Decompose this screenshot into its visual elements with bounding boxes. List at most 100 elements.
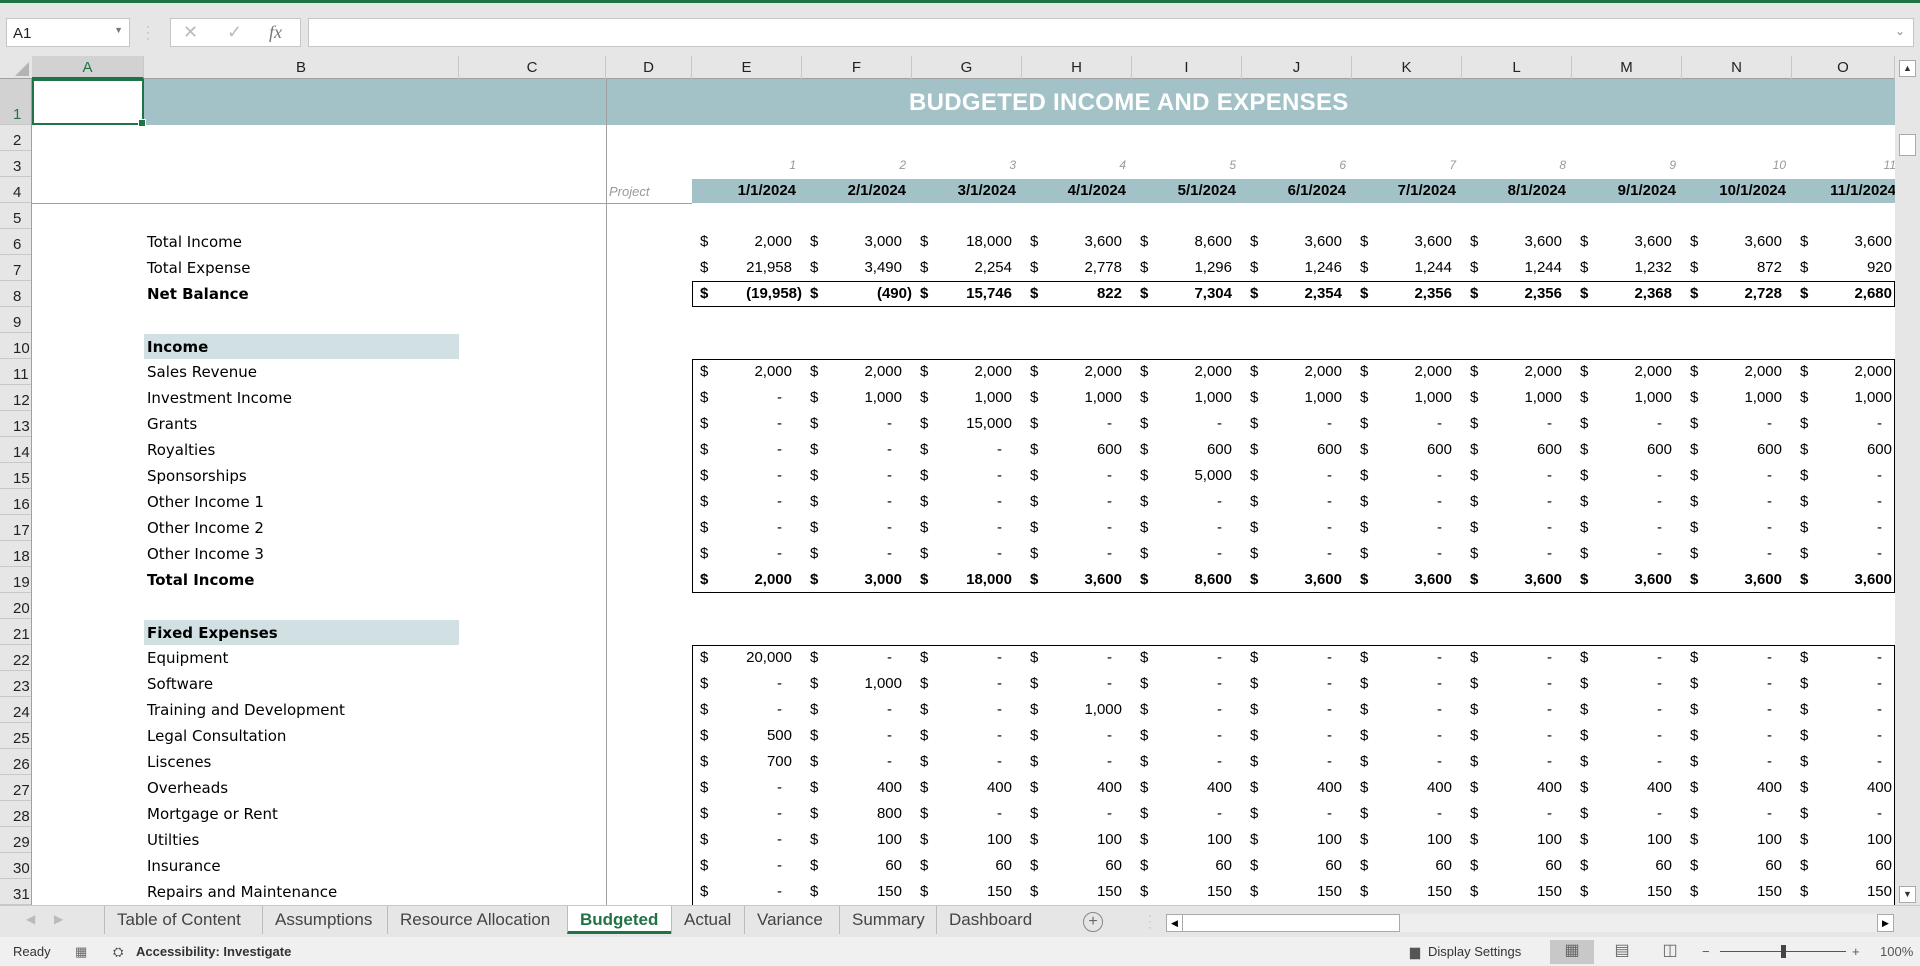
value-cell[interactable]: 872: [1682, 259, 1782, 276]
row-label[interactable]: Legal Consultation: [147, 727, 286, 745]
active-cell-a1[interactable]: [32, 79, 146, 127]
column-header-i[interactable]: I: [1132, 56, 1242, 79]
prev-sheet-icon[interactable]: ◀: [26, 912, 35, 926]
row-label[interactable]: Other Income 3: [147, 545, 264, 563]
sheet-tab-actual[interactable]: Actual: [671, 906, 744, 934]
value-cell[interactable]: 2,778: [1022, 259, 1122, 276]
row-header-23[interactable]: 23: [0, 671, 31, 697]
row-header-15[interactable]: 15: [0, 463, 31, 489]
macro-record-icon[interactable]: ▦: [75, 944, 87, 960]
normal-view-icon[interactable]: ▦: [1550, 940, 1594, 964]
row-label[interactable]: Net Balance: [147, 285, 249, 303]
value-cell[interactable]: 3,600: [1462, 233, 1562, 250]
display-settings-icon[interactable]: ▆: [1410, 944, 1420, 960]
formula-input[interactable]: ⌄: [308, 18, 1914, 47]
row-label[interactable]: Training and Development: [147, 701, 345, 719]
income-section-header[interactable]: Income: [147, 338, 208, 356]
row-label[interactable]: Equipment: [147, 649, 228, 667]
row-label[interactable]: Sponsorships: [147, 467, 247, 485]
name-box[interactable]: A1 ▼: [6, 18, 130, 47]
row-label[interactable]: Mortgage or Rent: [147, 805, 278, 823]
row-header-26[interactable]: 26: [0, 749, 31, 775]
period-date[interactable]: 4/1/2024: [1022, 182, 1126, 199]
sheet-tab-summary[interactable]: Summary: [839, 906, 936, 934]
row-header-12[interactable]: 12: [0, 385, 31, 411]
period-date[interactable]: 3/1/2024: [912, 182, 1016, 199]
value-cell[interactable]: 3,600: [1682, 233, 1782, 250]
column-header-j[interactable]: J: [1242, 56, 1352, 79]
row-header-2[interactable]: 2: [0, 125, 31, 151]
row-header-25[interactable]: 25: [0, 723, 31, 749]
row-header-29[interactable]: 29: [0, 827, 31, 853]
sheet-tab-variance[interactable]: Variance: [744, 906, 839, 934]
column-header-c[interactable]: C: [459, 56, 606, 79]
period-date[interactable]: 11/1/2024: [1792, 182, 1895, 199]
horizontal-scrollbar[interactable]: ◀ ▶: [1166, 914, 1894, 932]
period-date[interactable]: 5/1/2024: [1132, 182, 1236, 199]
row-label[interactable]: Other Income 1: [147, 493, 264, 511]
row-header-22[interactable]: 22: [0, 645, 31, 671]
row-header-14[interactable]: 14: [0, 437, 31, 463]
row-header-6[interactable]: 6: [0, 229, 31, 255]
row-header-3[interactable]: 3: [0, 151, 31, 177]
chevron-down-icon[interactable]: ▼: [114, 25, 123, 35]
column-header-k[interactable]: K: [1352, 56, 1462, 79]
row-header-1[interactable]: 1: [0, 79, 31, 125]
period-date[interactable]: 1/1/2024: [692, 182, 796, 199]
sheet-tab-dashboard[interactable]: Dashboard: [936, 906, 1048, 934]
column-header-n[interactable]: N: [1682, 56, 1792, 79]
row-header-20[interactable]: 20: [0, 593, 31, 619]
next-sheet-icon[interactable]: ▶: [54, 912, 63, 926]
row-label[interactable]: Grants: [147, 415, 197, 433]
zoom-slider-thumb[interactable]: [1781, 945, 1786, 958]
sheet-tab-budgeted[interactable]: Budgeted: [567, 906, 671, 934]
value-cell[interactable]: 21,958: [692, 259, 792, 276]
period-date[interactable]: 10/1/2024: [1682, 182, 1786, 199]
accessibility-status[interactable]: Accessibility: Investigate: [136, 944, 291, 959]
value-cell[interactable]: 920: [1792, 259, 1892, 276]
period-date[interactable]: 7/1/2024: [1352, 182, 1456, 199]
column-header-e[interactable]: E: [692, 56, 802, 79]
accessibility-icon[interactable]: ⛭: [113, 944, 123, 960]
row-label[interactable]: Total Expense: [147, 259, 250, 277]
scroll-up-icon[interactable]: ▲: [1899, 60, 1916, 77]
sheet-tab-table-of-content[interactable]: Table of Content: [104, 906, 262, 934]
column-header-a[interactable]: A: [32, 56, 144, 79]
value-cell[interactable]: 3,600: [1792, 233, 1892, 250]
zoom-in-icon[interactable]: +: [1852, 944, 1860, 959]
sheet-tab-resource-allocation[interactable]: Resource Allocation: [387, 906, 567, 934]
value-cell[interactable]: 3,600: [1242, 233, 1342, 250]
value-cell[interactable]: 3,600: [1022, 233, 1122, 250]
row-header-9[interactable]: 9: [0, 307, 31, 333]
fixed-expenses-section-header[interactable]: Fixed Expenses: [147, 624, 278, 642]
row-label[interactable]: Investment Income: [147, 389, 292, 407]
scroll-left-icon[interactable]: ◀: [1166, 914, 1183, 932]
insert-function-icon[interactable]: fx: [269, 22, 282, 43]
period-date[interactable]: 6/1/2024: [1242, 182, 1346, 199]
period-date[interactable]: 8/1/2024: [1462, 182, 1566, 199]
row-label[interactable]: Overheads: [147, 779, 228, 797]
row-label[interactable]: Insurance: [147, 857, 221, 875]
column-header-f[interactable]: F: [802, 56, 912, 79]
row-label[interactable]: Sales Revenue: [147, 363, 257, 381]
row-header-4[interactable]: 4: [0, 177, 31, 203]
value-cell[interactable]: 2,000: [692, 233, 792, 250]
zoom-out-icon[interactable]: −: [1702, 944, 1710, 959]
value-cell[interactable]: 1,244: [1352, 259, 1452, 276]
horizontal-scroll-thumb[interactable]: [1182, 914, 1400, 932]
value-cell[interactable]: 1,246: [1242, 259, 1342, 276]
column-header-g[interactable]: G: [912, 56, 1022, 79]
row-header-5[interactable]: 5: [0, 203, 31, 229]
display-settings-button[interactable]: Display Settings: [1428, 944, 1521, 959]
column-header-b[interactable]: B: [144, 56, 459, 79]
vertical-scroll-thumb[interactable]: [1899, 134, 1916, 156]
row-header-13[interactable]: 13: [0, 411, 31, 437]
vertical-scrollbar[interactable]: ▲ ▼: [1895, 56, 1920, 905]
row-label[interactable]: Liscenes: [147, 753, 211, 771]
row-label[interactable]: Utilties: [147, 831, 199, 849]
row-header-16[interactable]: 16: [0, 489, 31, 515]
value-cell[interactable]: 1,296: [1132, 259, 1232, 276]
row-header-7[interactable]: 7: [0, 255, 31, 281]
value-cell[interactable]: 3,600: [1572, 233, 1672, 250]
row-label[interactable]: Repairs and Maintenance: [147, 883, 337, 901]
